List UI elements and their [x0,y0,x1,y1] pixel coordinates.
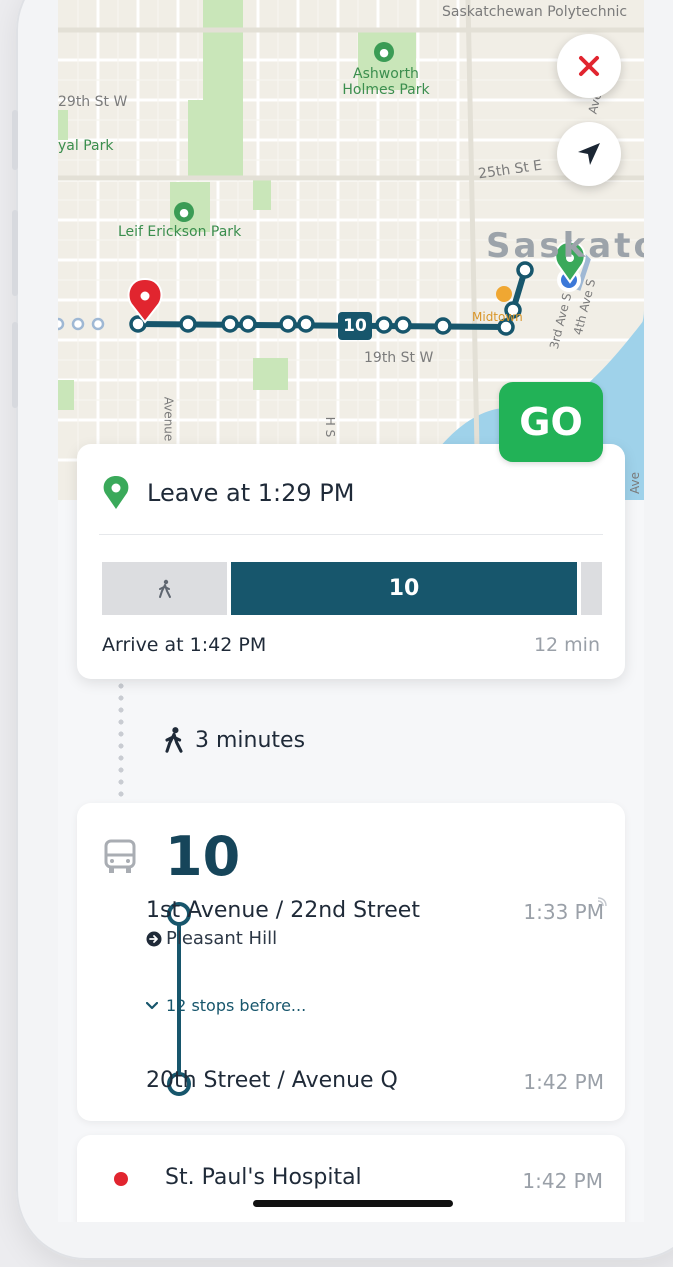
phone-side-button [12,322,18,408]
home-indicator[interactable] [253,1200,453,1207]
board-stop-time: 1:33 PM [523,900,604,924]
divider [99,534,603,535]
direction-label: Pleasant Hill [166,928,278,949]
trip-summary-card[interactable]: Leave at 1:29 PM 10 Arrive at 1:42 PM 12… [77,444,625,679]
location-pin-icon [103,476,129,509]
map-label-ashworth: Ashworth Holmes Park [342,66,430,98]
map-label-ave-right: Ave [628,472,642,494]
destination-name: St. Paul's Hospital [165,1165,362,1190]
close-icon [579,56,599,76]
alight-stop-time: 1:42 PM [523,1070,604,1094]
map-label-royal-park: yal Park [58,138,114,154]
walk-segment [102,562,227,615]
map-label-avenue: Avenue [161,396,176,442]
map-label-ave-h: H S [323,416,338,438]
trip-duration: 12 min [533,634,600,656]
realtime-signal-icon [597,897,607,907]
route-number: 10 [165,825,241,888]
stops-before-label: 12 stops before... [166,996,307,1015]
destination-card: St. Paul's Hospital 1:42 PM [77,1135,625,1222]
leave-row: Leave at 1:29 PM [99,474,354,512]
walk-end-segment [581,562,602,615]
alight-stop-name: 20th Street / Avenue Q [146,1068,398,1093]
close-button[interactable] [557,34,621,98]
phone-side-button [12,210,18,296]
map-label-city: Saskatoo [486,226,644,266]
map-label-leif-erickson: Leif Erickson Park [118,224,242,240]
destination-marker [114,1172,128,1186]
route-direction: Pleasant Hill [146,928,277,949]
route-badge: 10 [338,312,372,340]
park-icon: ● [174,202,194,222]
map-label-midtown: Midtown [472,310,523,324]
map-label-polytechnic: Saskatchewan Polytechnic [442,4,628,20]
leave-time: Leave at 1:29 PM [147,479,355,507]
trip-segment-bar: 10 [102,562,602,615]
walk-icon [158,579,171,598]
walk-leg: 3 minutes [163,726,305,754]
board-stop-name: 1st Avenue / 22nd Street [146,898,420,923]
app-screen: Saskatchewan Polytechnic ● Ashworth Holm… [58,0,644,1222]
walk-connector [118,680,124,802]
go-button[interactable]: GO [499,382,603,462]
walk-duration: 3 minutes [195,727,306,753]
chevron-down-icon [146,1001,158,1009]
map-label-19th: 19th St W [364,350,434,366]
expand-stops-button[interactable]: 12 stops before... [146,996,306,1015]
arrive-time: Arrive at 1:42 PM [102,634,267,656]
walk-icon [165,727,183,753]
bus-icon [104,839,136,873]
park-icon: ● [374,42,394,62]
direction-arrow-icon [146,931,162,946]
destination-time: 1:42 PM [522,1169,603,1193]
phone-side-button [12,110,18,170]
navigation-arrow-icon [578,143,600,165]
bus-segment: 10 [231,562,577,615]
recenter-location-button[interactable] [557,122,621,186]
map-label-29th: 29th St W [58,94,128,110]
